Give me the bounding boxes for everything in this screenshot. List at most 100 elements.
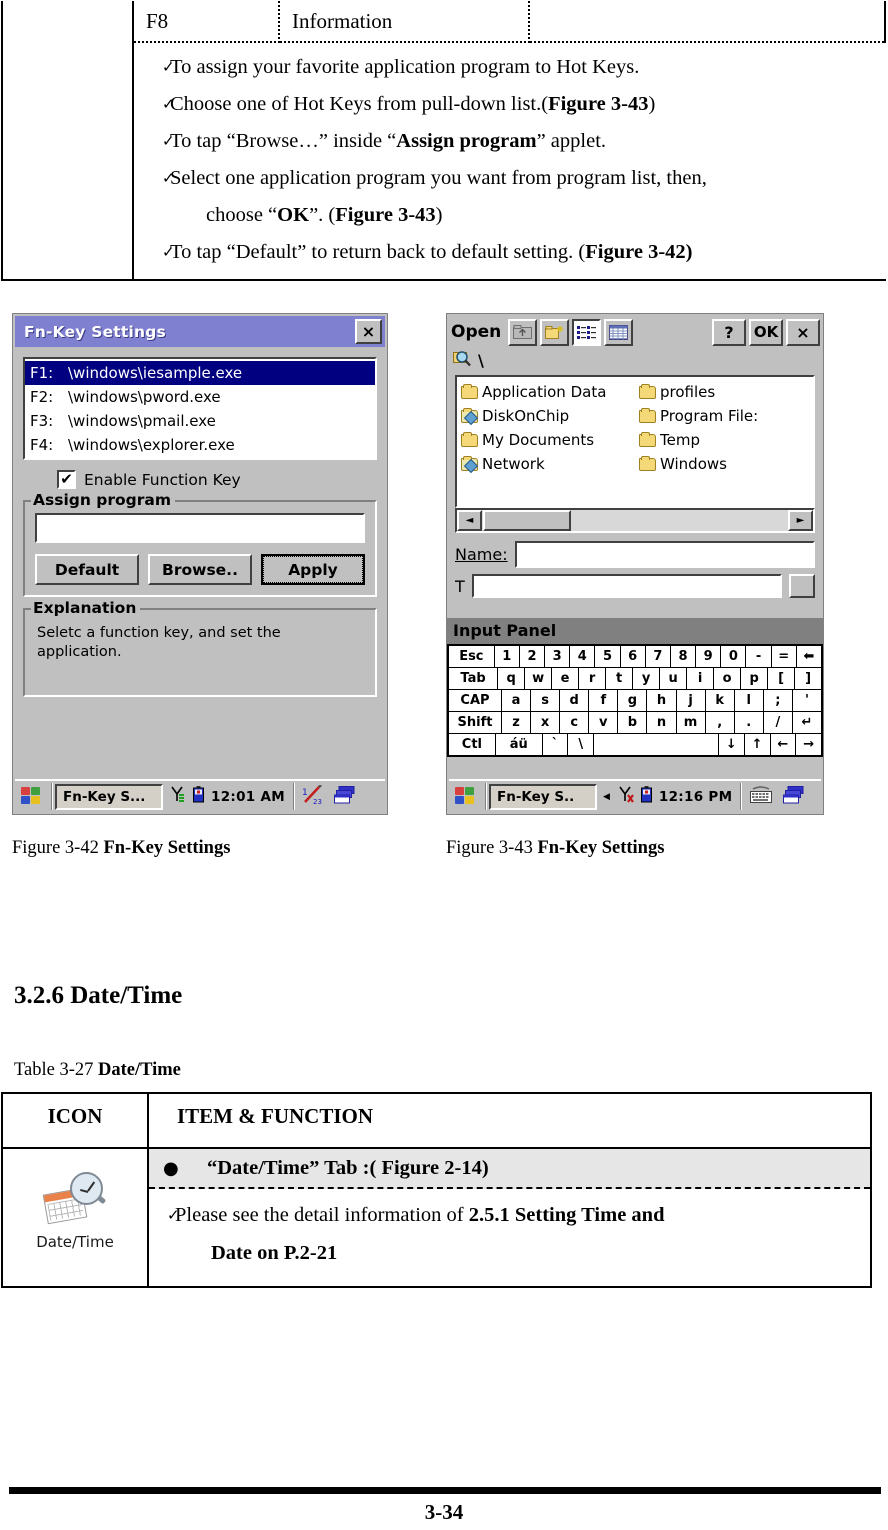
keyboard-key[interactable]: 8 — [670, 646, 696, 667]
keyboard-key[interactable]: 3 — [545, 646, 570, 667]
keyboard-key[interactable]: ⬅ — [796, 646, 821, 667]
scroll-right-icon[interactable]: ► — [788, 510, 813, 531]
keyboard-key[interactable]: . — [734, 712, 763, 733]
keyboard-key[interactable]: 5 — [595, 646, 620, 667]
list-view-icon[interactable] — [572, 318, 602, 346]
keyboard-key[interactable]: l — [734, 690, 763, 711]
keyboard-key[interactable]: Esc — [449, 646, 494, 667]
type-combo-input[interactable] — [471, 574, 782, 598]
keyboard-key[interactable]: ↓ — [718, 734, 744, 755]
keyboard-key[interactable]: ↵ — [792, 712, 821, 733]
keyboard-key[interactable]: 7 — [645, 646, 670, 667]
keyboard-key[interactable]: i — [687, 668, 714, 689]
file-list-item[interactable]: My Documents — [461, 428, 635, 452]
keyboard-key[interactable]: t — [606, 668, 633, 689]
keyboard-key[interactable]: 6 — [620, 646, 645, 667]
keyboard-key[interactable]: n — [647, 712, 676, 733]
function-key-listbox[interactable]: F1: \windows\iesample.exe F2: \windows\pwor… — [23, 357, 377, 460]
keyboard-key[interactable]: = — [771, 646, 796, 667]
keyboard-key[interactable]: k — [705, 690, 734, 711]
antenna-signal-icon[interactable] — [169, 786, 186, 807]
keyboard-key[interactable]: r — [579, 668, 606, 689]
keyboard-key[interactable]: m — [676, 712, 705, 733]
file-list-item[interactable]: Program File: — [639, 404, 813, 428]
browse-button[interactable]: Browse.. — [148, 554, 252, 585]
keyboard-key[interactable]: , — [705, 712, 734, 733]
keyboard-key[interactable]: v — [589, 712, 618, 733]
keyboard-key[interactable]: y — [633, 668, 660, 689]
keyboard-key[interactable]: d — [560, 690, 589, 711]
battery-icon[interactable] — [193, 786, 204, 807]
close-icon[interactable]: × — [786, 318, 820, 346]
keyboard-key[interactable]: \ — [568, 734, 594, 755]
input-panel-pen-icon[interactable]: 1 23 — [297, 783, 329, 809]
keyboard-key[interactable]: ' — [792, 690, 821, 711]
horizontal-scrollbar[interactable]: ◄ ► — [455, 508, 815, 533]
up-one-level-icon[interactable] — [508, 318, 538, 346]
function-key-list-item[interactable]: F3: \windows\pmail.exe — [25, 409, 375, 433]
keyboard-key[interactable]: p — [741, 668, 768, 689]
keyboard-icon[interactable] — [744, 785, 778, 808]
details-view-icon[interactable] — [604, 318, 634, 346]
keyboard-key[interactable]: 9 — [696, 646, 721, 667]
function-key-list-item[interactable]: F1: \windows\iesample.exe — [25, 361, 375, 385]
scroll-left-icon[interactable]: ◄ — [457, 510, 482, 531]
keyboard-key[interactable]: a — [501, 690, 531, 711]
keyboard-key[interactable]: ] — [795, 668, 822, 689]
keyboard-key[interactable]: j — [676, 690, 705, 711]
soft-keyboard[interactable]: Esc 1 2 3 4 5 6 7 8 9 0- = ⬅ Tab q w e r t y u i o p[] CAP a s d f g h… — [447, 644, 823, 757]
keyboard-key[interactable]: g — [618, 690, 647, 711]
keyboard-key[interactable]: 4 — [570, 646, 595, 667]
file-list-item[interactable]: Network — [461, 452, 635, 476]
function-key-list-item[interactable]: F2: \windows\pword.exe — [25, 385, 375, 409]
assign-program-input[interactable] — [35, 513, 365, 543]
keyboard-key[interactable]: 2 — [519, 646, 545, 667]
keyboard-key[interactable]: ← — [770, 734, 796, 755]
keyboard-key[interactable]: x — [531, 712, 560, 733]
enable-function-key-row[interactable]: ✔ Enable Function Key — [57, 470, 377, 489]
keyboard-key[interactable]: o — [714, 668, 741, 689]
default-button[interactable]: Default — [35, 554, 139, 585]
keyboard-key[interactable]: b — [618, 712, 647, 733]
keyboard-key[interactable]: u — [660, 668, 687, 689]
enable-function-key-checkbox[interactable]: ✔ — [57, 470, 76, 489]
name-input[interactable] — [514, 541, 815, 568]
keyboard-key[interactable]: f — [589, 690, 618, 711]
taskbar-task-button[interactable]: Fn-Key S... — [55, 783, 163, 810]
desktop-windows-icon[interactable] — [329, 785, 361, 808]
keyboard-key[interactable]: Shift — [449, 712, 501, 733]
keyboard-key[interactable]: 1 — [494, 646, 519, 667]
start-button-icon[interactable] — [449, 786, 483, 807]
keyboard-key[interactable]: ` — [542, 734, 568, 755]
keyboard-key[interactable] — [594, 734, 718, 755]
keyboard-key[interactable]: CAP — [449, 690, 501, 711]
function-key-list-item[interactable]: F4: \windows\explorer.exe — [25, 433, 375, 457]
keyboard-key[interactable]: e — [552, 668, 579, 689]
file-list-item[interactable]: profiles — [639, 380, 813, 404]
keyboard-key[interactable]: q — [498, 668, 525, 689]
keyboard-key[interactable]: [ — [768, 668, 795, 689]
desktop-windows-icon[interactable] — [778, 785, 810, 808]
file-list-item[interactable]: DiskOnChip — [461, 404, 635, 428]
start-button-icon[interactable] — [15, 786, 49, 807]
apply-button[interactable]: Apply — [261, 554, 365, 585]
battery-icon[interactable] — [640, 786, 652, 807]
taskbar-task-button[interactable]: Fn-Key S.. — [489, 783, 597, 810]
help-button[interactable]: ? — [712, 318, 746, 346]
keyboard-key[interactable]: h — [647, 690, 676, 711]
keyboard-key[interactable]: / — [763, 712, 792, 733]
file-list-item[interactable]: Application Data — [461, 380, 635, 404]
close-icon[interactable]: × — [355, 319, 382, 344]
file-list-item[interactable]: Temp — [639, 428, 813, 452]
keyboard-key[interactable]: w — [525, 668, 552, 689]
keyboard-key[interactable]: ↑ — [744, 734, 770, 755]
browse-folder-icon[interactable] — [453, 350, 472, 371]
keyboard-key[interactable]: → — [796, 734, 822, 755]
keyboard-key[interactable]: Ctl — [449, 734, 495, 755]
keyboard-key[interactable]: ; — [763, 690, 792, 711]
antenna-disconnected-icon[interactable] — [617, 786, 634, 807]
new-folder-icon[interactable] — [540, 318, 570, 346]
ok-button[interactable]: OK — [749, 318, 783, 346]
keyboard-key[interactable]: Tab — [449, 668, 498, 689]
file-list[interactable]: Application Data DiskOnChip My Documents Ne… — [455, 375, 815, 508]
